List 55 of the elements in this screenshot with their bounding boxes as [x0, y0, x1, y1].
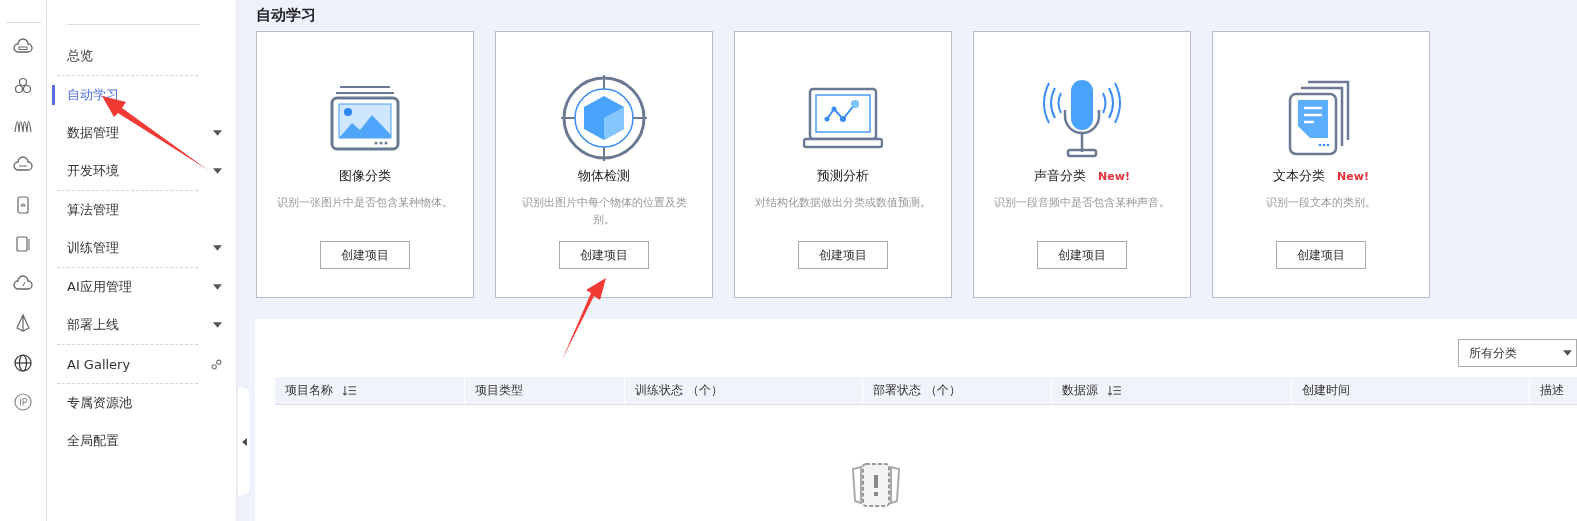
card-title: 图像分类	[339, 167, 391, 185]
laptop-chart-icon	[803, 87, 883, 149]
column-header: 创建时间	[1292, 377, 1530, 404]
sort-icon[interactable]	[343, 385, 356, 396]
caret-icon	[213, 168, 222, 174]
card-title: 声音分类	[1034, 167, 1087, 185]
caret-icon	[213, 284, 222, 290]
empty-state-icon	[849, 463, 903, 507]
nav-item[interactable]: AI Gallery	[52, 345, 232, 383]
card-title: 物体检测	[578, 167, 630, 185]
caret-icon	[213, 322, 222, 328]
column-header: 训练状态 （个）	[625, 377, 863, 404]
create-project-button[interactable]: 创建项目	[798, 241, 888, 269]
card-title: 文本分类	[1273, 167, 1326, 185]
collapse-handle[interactable]	[238, 388, 250, 495]
nav-item[interactable]: 开发环境	[52, 152, 232, 190]
column-header: 部署状态 （个）	[863, 377, 1052, 404]
nav-item[interactable]: 部署上线	[52, 306, 232, 344]
picture-frame-icon	[330, 85, 400, 151]
nav-item[interactable]: 总览	[52, 37, 232, 75]
target-cube-icon	[561, 75, 647, 161]
create-project-button[interactable]: 创建项目	[1276, 241, 1366, 269]
link-icon	[211, 358, 222, 370]
create-project-button[interactable]: 创建项目	[320, 241, 410, 269]
card-description: 识别出图片中每个物体的位置及类别。	[520, 195, 688, 228]
card-title: 预测分析	[817, 167, 869, 185]
microphone-icon	[1041, 78, 1123, 158]
card-description: 识别一张图片中是否包含某种物体。	[277, 195, 453, 211]
page-title: 自动学习	[255, 5, 317, 26]
sort-icon[interactable]	[1108, 385, 1121, 396]
create-project-button[interactable]: 创建项目	[1037, 241, 1127, 269]
card-description: 对结构化数据做出分类或数值预测。	[755, 195, 931, 211]
nav-item[interactable]: AI应用管理	[52, 268, 232, 306]
caret-icon	[213, 245, 222, 251]
column-header: 描述	[1530, 377, 1577, 404]
nav-item[interactable]: 训练管理	[52, 229, 232, 267]
column-header[interactable]: 项目名称	[275, 377, 465, 404]
category-dropdown[interactable]: 所有分类	[1458, 339, 1577, 367]
circles-icon[interactable]	[13, 76, 33, 96]
new-label: New!	[1098, 169, 1130, 183]
new-label: New!	[1337, 169, 1369, 183]
nav-item[interactable]: 算法管理	[52, 191, 232, 229]
nav-item[interactable]: 全局配置	[52, 422, 232, 460]
cards-icon[interactable]	[13, 234, 33, 254]
card-description: 识别一段音频中是否包含某种声音。	[994, 195, 1170, 211]
caret-icon	[213, 130, 222, 136]
nav-item[interactable]: 专属资源池	[52, 384, 232, 422]
column-header: 项目类型	[465, 377, 625, 404]
nav-item[interactable]: 数据管理	[52, 114, 232, 152]
caret-icon	[1563, 350, 1572, 356]
card-description: 识别一段文本的类别。	[1265, 195, 1377, 211]
create-project-button[interactable]: 创建项目	[559, 241, 649, 269]
globe-icon[interactable]	[13, 352, 33, 373]
ip-icon[interactable]	[13, 392, 33, 412]
column-header[interactable]: 数据源	[1052, 377, 1292, 404]
